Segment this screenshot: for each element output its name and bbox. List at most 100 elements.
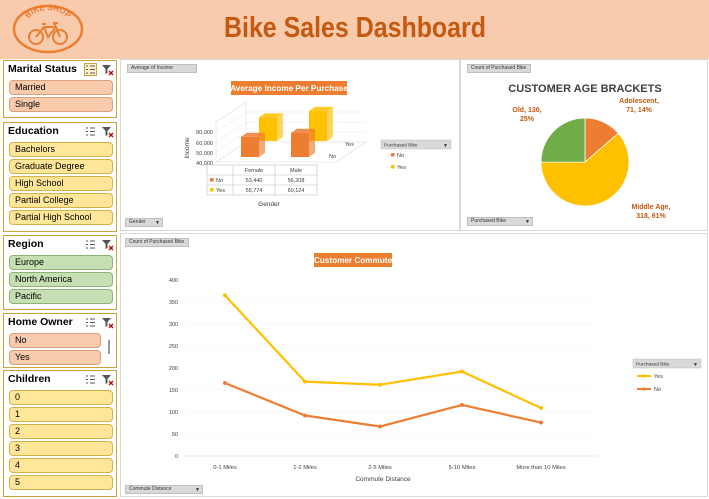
slicer-item[interactable]: Yes: [9, 350, 101, 365]
legend-key-icon: [391, 165, 395, 169]
slicer-education: Education Bachelors Graduate Degree High Sc…: [3, 122, 117, 232]
chart-title: CUSTOMER AGE BRACKETS: [508, 83, 661, 95]
data-point[interactable]: [460, 369, 464, 374]
dropdown-arrow-icon: ▼: [443, 143, 448, 149]
slicer-scrollbar[interactable]: [108, 340, 110, 354]
x-tick-label: 2-5 Miles: [368, 465, 392, 471]
legend-title: Purchased Bike: [636, 362, 670, 368]
data-point[interactable]: [303, 379, 307, 384]
data-point[interactable]: [223, 293, 227, 298]
slicer-item[interactable]: Partial College: [9, 193, 113, 208]
clear-filter-icon[interactable]: [101, 125, 114, 138]
y-tick-label: 80,000: [196, 130, 213, 136]
pie-data-label: 25%: [520, 116, 535, 123]
y-tick-label: 300: [169, 322, 178, 328]
data-point[interactable]: [539, 406, 543, 411]
clear-filter-icon[interactable]: [101, 373, 114, 386]
svg-text:BIKE SHOP: BIKE SHOP: [23, 4, 73, 20]
bike-shop-logo: BIKE SHOP: [12, 4, 84, 54]
y-tick-label: 50: [172, 432, 178, 438]
legend-entry: Yes: [397, 165, 406, 171]
clear-filter-icon[interactable]: [101, 316, 114, 329]
chart-legend[interactable]: Purchased Bike ▼ No Yes: [380, 139, 452, 171]
income-chart: Average Income Per Purchase 40,000 50,000 6…: [184, 81, 452, 208]
pie-data-label: 71, 14%: [626, 107, 652, 114]
slicer-item[interactable]: 5: [9, 475, 113, 490]
x-tick-label: 0-1 Miles: [213, 465, 237, 471]
multi-select-icon[interactable]: [84, 238, 97, 251]
slicer-item[interactable]: Partial High School: [9, 210, 113, 225]
legend-key-icon: [391, 153, 395, 157]
slicer-item[interactable]: 0: [9, 390, 113, 405]
data-point[interactable]: [303, 413, 307, 418]
chart-legend[interactable]: Purchased Bike ▼ Yes No: [632, 358, 702, 393]
age-chart-panel: Count of Purchased Bike Purchased Bike ▼ …: [460, 59, 708, 231]
multi-select-icon[interactable]: [84, 125, 97, 138]
pie-slice[interactable]: [540, 117, 586, 163]
multi-select-icon[interactable]: [84, 63, 97, 76]
y-tick-label: 150: [169, 388, 178, 394]
slicer-title: Marital Status: [8, 63, 77, 75]
y-tick-label: 50,000: [196, 151, 213, 157]
slicer-item[interactable]: No: [9, 333, 101, 348]
depth-label: Yes: [345, 142, 354, 148]
data-point[interactable]: [460, 402, 464, 407]
pie-data-label: Middle Age,: [631, 204, 670, 211]
multi-select-icon[interactable]: [84, 316, 97, 329]
slicer-item[interactable]: Single: [9, 97, 113, 112]
slicer-item[interactable]: Graduate Degree: [9, 159, 113, 174]
slicer-header: Education: [4, 123, 116, 141]
data-point[interactable]: [539, 420, 543, 425]
y-tick-label: 400: [169, 278, 178, 284]
slicer-header: Marital Status: [4, 61, 116, 79]
bar-no[interactable]: [241, 132, 265, 157]
chart-title: Customer Commute: [314, 256, 393, 265]
slicer-children: Children 0 1 2 3 4 5: [3, 370, 117, 497]
pie-data-label: Old, 130,: [512, 107, 541, 114]
slicer-item[interactable]: Married: [9, 80, 113, 95]
y-tick-label: 250: [169, 344, 178, 350]
x-axis-label: Commute Distance: [355, 476, 411, 483]
data-point[interactable]: [378, 424, 382, 429]
data-label: 56,208: [288, 178, 305, 184]
y-tick-label: 60,000: [196, 141, 213, 147]
data-label: 55,774: [246, 188, 263, 194]
slicer-item[interactable]: High School: [9, 176, 113, 191]
clear-filter-icon[interactable]: [101, 63, 114, 76]
legend-key-icon: [210, 188, 214, 192]
x-tick-label: Male: [290, 168, 302, 174]
y-tick-label: 200: [169, 366, 178, 372]
bar-no[interactable]: [291, 128, 315, 157]
slicer-title: Children: [8, 373, 51, 385]
slicer-item[interactable]: Pacific: [9, 289, 113, 304]
age-chart: CUSTOMER AGE BRACKETS Adolescent, 71, 14% M…: [508, 83, 670, 220]
data-point[interactable]: [223, 380, 227, 385]
legend-entry: No: [397, 153, 404, 159]
legend-entry: Yes: [654, 374, 663, 380]
slicer-item[interactable]: 2: [9, 424, 113, 439]
pie-data-label: Adolescent,: [619, 98, 659, 105]
income-chart-panel: Average of Income Gender ▼ Average Income…: [120, 59, 460, 231]
series-line-yes[interactable]: [224, 294, 542, 410]
slicer-item[interactable]: Bachelors: [9, 142, 113, 157]
data-point[interactable]: [378, 382, 382, 387]
multi-select-icon[interactable]: [84, 373, 97, 386]
slicer-item[interactable]: North America: [9, 272, 113, 287]
y-tick-label: 40,000: [196, 161, 213, 167]
legend-title: Purchased Bike: [384, 143, 418, 149]
series-line-no[interactable]: [224, 381, 542, 428]
legend-key-icon: [210, 178, 214, 182]
dashboard-header: BIKE SHOP Bike Sales Dashboard: [0, 0, 709, 59]
slicer-item[interactable]: 1: [9, 407, 113, 422]
legend-entry: No: [654, 387, 661, 393]
x-tick-label: 5-10 Miles: [449, 465, 476, 471]
data-label: 60,124: [288, 188, 305, 194]
y-tick-label: 0: [175, 454, 178, 460]
slicer-item[interactable]: 4: [9, 458, 113, 473]
slicer-item[interactable]: 3: [9, 441, 113, 456]
series-label: Yes: [216, 188, 225, 194]
slicer-marital-status: Marital Status Married Single: [3, 60, 117, 118]
slicer-item[interactable]: Europe: [9, 255, 113, 270]
dropdown-arrow-icon: ▼: [693, 362, 698, 368]
clear-filter-icon[interactable]: [101, 238, 114, 251]
